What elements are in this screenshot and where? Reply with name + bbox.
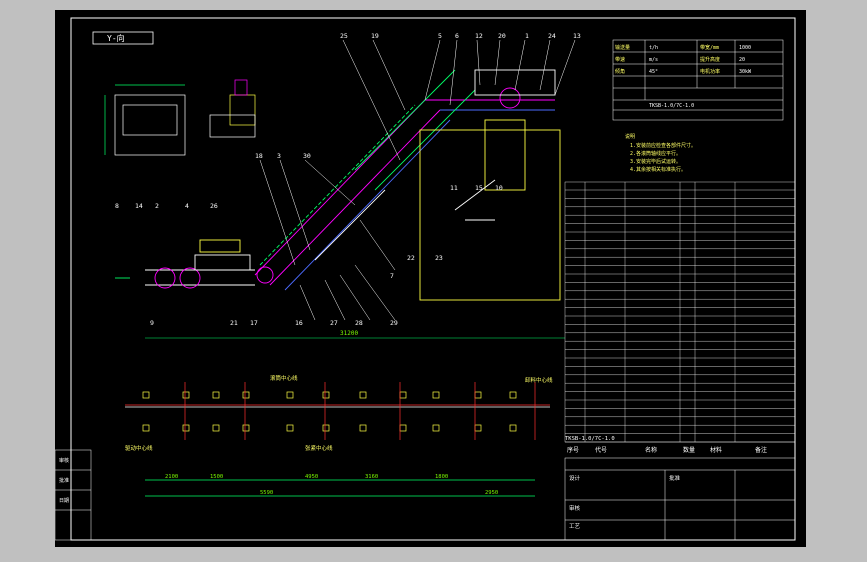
callout-30: 30 [303, 152, 311, 160]
callout-8: 8 [115, 202, 119, 210]
callout-7: 7 [390, 272, 394, 280]
left-stamp-text: 审核 批准 日期 [59, 457, 69, 504]
title-block [564, 457, 796, 541]
dim-bottom-5: 3160 [365, 474, 378, 480]
side-view-detail [104, 79, 256, 156]
spec-r1-value: t/h [649, 45, 658, 51]
callout-15: 15 [475, 184, 483, 192]
callout-9: 9 [150, 319, 154, 327]
dim-bottom-4: 4950 [305, 474, 318, 480]
spec-table [612, 39, 784, 121]
ls-date: 日期 [59, 498, 69, 504]
dim-bottom-3: 5590 [260, 490, 273, 496]
stamp-caption: TKSB-1.0/7C-1.0 [565, 436, 615, 442]
col-code: 代号 [595, 446, 607, 454]
ls-review: 审核 [59, 457, 69, 464]
callout-5: 5 [438, 32, 442, 40]
col-remark: 备注 [755, 446, 767, 454]
callout-2: 2 [155, 202, 159, 210]
callout-13: 13 [573, 32, 581, 40]
callout-3: 3 [277, 152, 281, 160]
spec-r2-label: 带速 [615, 57, 625, 63]
notes: 说明 1.安装前应检查各部件尺寸。 2.各滚筒轴线应平行。 3.安装完毕后试运转… [625, 133, 696, 173]
title-block-text: 设计 审核 工艺 批准 [569, 474, 681, 530]
callout-12: 12 [475, 32, 483, 40]
label-drive-center: 驱动中心线 [125, 444, 153, 452]
callout-22: 22 [407, 254, 415, 262]
cad-drawing: Y-向 25 19 5 6 12 20 1 24 13 11 15 10 23 … [55, 17, 796, 541]
note-3: 3.安装完毕后试运转。 [630, 158, 681, 165]
callout-6: 6 [455, 32, 459, 40]
spec-r3-label2: 电机功率 [700, 68, 720, 75]
tb-approve: 批准 [669, 474, 681, 482]
tb-review: 审核 [569, 504, 581, 512]
drawing-sheet: Y-向 25 19 5 6 12 20 1 24 13 11 15 10 23 … [55, 10, 806, 547]
label-roller-center: 滚筒中心线 [270, 374, 298, 382]
parts-header: 序号 代号 名称 数量 材料 备注 [567, 446, 767, 454]
tb-design: 设计 [569, 474, 581, 482]
callout-21: 21 [230, 319, 238, 327]
callout-27: 27 [330, 319, 338, 327]
callout-24: 24 [548, 32, 556, 40]
callout-17: 17 [250, 319, 258, 327]
spec-model: TKSB-1.0/7C-1.0 [649, 103, 694, 109]
callout-11: 11 [450, 184, 458, 192]
col-qty: 数量 [683, 446, 695, 454]
label-tension-center: 张紧中心线 [305, 444, 333, 452]
spec-r1-label: 输送量 [615, 44, 630, 51]
dim-total: 31200 [340, 330, 358, 337]
conveyor-body [115, 69, 561, 301]
spec-r3-label: 倾角 [615, 68, 625, 75]
callout-18: 18 [255, 152, 263, 160]
callout-25: 25 [340, 32, 348, 40]
spec-r2-value2: 20 [739, 57, 745, 63]
callout-23: 23 [435, 254, 443, 262]
callout-14: 14 [135, 202, 143, 210]
callout-4: 4 [185, 202, 189, 210]
view-label: Y-向 [107, 33, 125, 43]
callout-leaders [259, 39, 576, 321]
callout-10: 10 [495, 184, 503, 192]
dim-bottom-6: 1800 [435, 474, 448, 480]
ls-approve: 批准 [59, 477, 69, 484]
callout-26: 26 [210, 202, 218, 210]
callout-29: 29 [390, 319, 398, 327]
tb-process: 工艺 [569, 523, 581, 530]
spec-r2-value: m/s [649, 57, 658, 63]
notes-title: 说明 [625, 133, 635, 140]
dim-bottom-7: 2950 [485, 490, 498, 496]
spec-r2-label2: 提升高度 [700, 56, 720, 63]
note-2: 2.各滚筒轴线应平行。 [630, 150, 681, 157]
dim-bottom-1: 2100 [165, 474, 178, 480]
spec-table-text: 输送量 t/h 带宽/mm 1000 带速 m/s 提升高度 20 倾角 45°… [615, 44, 752, 109]
callout-16: 16 [295, 319, 303, 327]
bottom-dims: 2100 1500 5590 4950 3160 1800 2950 [165, 474, 498, 496]
note-1: 1.安装前应检查各部件尺寸。 [630, 142, 696, 149]
callout-20: 20 [498, 32, 506, 40]
label-discharge-center: 卸料中心线 [525, 376, 553, 384]
centerline-labels: 驱动中心线 滚筒中心线 张紧中心线 卸料中心线 [125, 374, 553, 452]
spec-r1-label2: 带宽/mm [700, 44, 719, 51]
spec-r3-value: 45° [649, 69, 658, 75]
dim-bottom-2: 1500 [210, 474, 223, 480]
col-seq: 序号 [567, 446, 579, 454]
col-material: 材料 [710, 446, 722, 454]
note-4: 4.其余按相关标准执行。 [630, 166, 686, 173]
callout-28: 28 [355, 319, 363, 327]
callout-1: 1 [525, 32, 529, 40]
col-name: 名称 [645, 446, 657, 454]
parts-list [564, 181, 796, 443]
callout-19: 19 [371, 32, 379, 40]
spec-r3-value2: 30kW [739, 69, 752, 75]
spec-r1-value2: 1000 [739, 45, 751, 51]
foundation-plan [125, 382, 550, 497]
